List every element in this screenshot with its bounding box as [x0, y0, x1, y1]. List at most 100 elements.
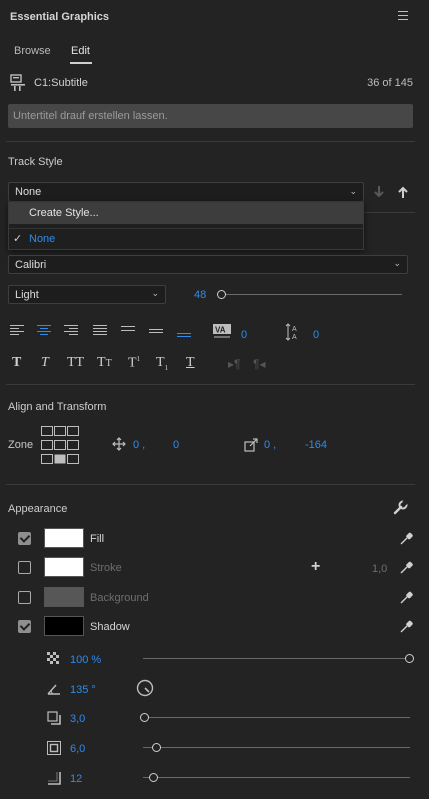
svg-text:A: A [292, 334, 297, 341]
eyedropper-icon[interactable] [399, 561, 413, 575]
shadow-checkbox[interactable] [18, 620, 31, 633]
leading-icon: AA [285, 323, 303, 341]
menu-item-none[interactable]: ✓ None [9, 232, 363, 250]
menu-separator [9, 228, 363, 229]
font-size-slider-knob[interactable] [217, 290, 226, 299]
hamburger-icon[interactable] [398, 11, 408, 23]
tab-browse[interactable]: Browse [14, 45, 51, 57]
shadow-distance-icon [47, 711, 61, 725]
fill-color-swatch[interactable] [44, 528, 84, 548]
background-color-swatch[interactable] [44, 587, 84, 607]
rtl-paragraph-icon: ¶◂ [253, 357, 266, 371]
zone-grid[interactable] [41, 426, 80, 466]
all-caps-icon[interactable]: TT [67, 355, 84, 371]
anchor-y-value[interactable]: -164 [305, 439, 327, 451]
caption-count: 36 of 145 [367, 77, 413, 89]
shadow-size-value[interactable]: 6,0 [70, 743, 85, 755]
tab-edit[interactable]: Edit [71, 45, 90, 57]
font-family-dropdown[interactable]: Calibri ⌄ [8, 255, 408, 274]
shadow-label: Shadow [90, 621, 130, 633]
align-center-icon[interactable] [37, 325, 51, 337]
eyedropper-icon[interactable] [399, 532, 413, 546]
shadow-distance-value[interactable]: 3,0 [70, 713, 85, 725]
wrench-icon[interactable] [393, 499, 409, 515]
small-caps-icon[interactable]: TT [97, 355, 112, 371]
stroke-width-value[interactable]: 1,0 [372, 563, 387, 575]
opacity-icon [47, 652, 61, 666]
shadow-blur-value[interactable]: 12 [70, 773, 82, 785]
menu-item-create-style[interactable]: Create Style... [9, 203, 363, 224]
chevron-down-icon: ⌄ [349, 186, 357, 196]
font-size-value[interactable]: 48 [194, 289, 206, 301]
font-size-slider-track[interactable] [222, 294, 402, 295]
position-y-value[interactable]: 0 [173, 439, 179, 451]
chevron-down-icon: ⌄ [393, 258, 401, 268]
anchor-x-value[interactable]: 0 , [264, 439, 276, 451]
subscript-icon[interactable]: T1 [156, 355, 168, 372]
align-right-icon[interactable] [64, 325, 78, 337]
tracking-icon: VA [213, 324, 231, 339]
font-style-value: Light [15, 289, 39, 301]
underline-icon[interactable]: T [186, 355, 195, 371]
tracking-value[interactable]: 0 [241, 329, 247, 341]
shadow-blur-icon [47, 771, 61, 785]
shadow-opacity-slider-knob[interactable] [405, 654, 414, 663]
menu-item-label: None [29, 233, 56, 245]
stroke-checkbox[interactable] [18, 561, 31, 574]
shadow-size-slider-knob[interactable] [152, 743, 161, 752]
caption-name: C1:Subtitle [34, 77, 88, 89]
divider [6, 484, 415, 485]
fill-checkbox[interactable] [18, 532, 31, 545]
eyedropper-icon[interactable] [399, 620, 413, 634]
push-style-up-icon[interactable] [397, 185, 409, 199]
leading-value[interactable]: 0 [313, 329, 319, 341]
track-style-dropdown[interactable]: None ⌄ [8, 182, 364, 202]
shadow-opacity-value[interactable]: 100 % [70, 654, 101, 666]
shadow-distance-slider-knob[interactable] [140, 713, 149, 722]
superscript-icon[interactable]: T1 [128, 355, 140, 372]
track-style-menu: Create Style... ✓ None [8, 202, 364, 250]
stroke-label: Stroke [90, 562, 122, 574]
divider [6, 384, 415, 385]
appearance-label: Appearance [8, 503, 68, 515]
align-transform-label: Align and Transform [8, 401, 107, 413]
position-x-value[interactable]: 0 , [133, 439, 145, 451]
divider [364, 212, 415, 213]
background-checkbox[interactable] [18, 591, 31, 604]
push-style-down-icon[interactable] [373, 185, 385, 199]
align-left-icon[interactable] [10, 325, 24, 337]
stroke-color-swatch[interactable] [44, 557, 84, 577]
align-bottom-icon[interactable] [177, 333, 191, 339]
shadow-size-slider-track[interactable] [143, 747, 410, 748]
font-style-dropdown[interactable]: Light ⌄ [8, 285, 166, 304]
shadow-color-swatch[interactable] [44, 616, 84, 636]
align-top-icon[interactable] [121, 326, 135, 333]
font-family-value: Calibri [15, 259, 47, 271]
track-style-value: None [15, 186, 42, 198]
shadow-distance-slider-track[interactable] [145, 717, 410, 718]
track-style-label: Track Style [8, 156, 63, 168]
align-middle-icon[interactable] [149, 329, 163, 335]
add-stroke-icon[interactable]: + [311, 558, 320, 576]
shadow-opacity-slider-track[interactable] [143, 658, 410, 659]
shadow-blur-slider-track[interactable] [143, 777, 410, 778]
shadow-blur-slider-knob[interactable] [149, 773, 158, 782]
shadow-size-icon [47, 741, 61, 755]
checkmark-icon: ✓ [13, 233, 23, 245]
faux-italic-icon[interactable]: T [41, 355, 49, 371]
fill-label: Fill [90, 533, 105, 545]
caption-text-input[interactable]: Untertitel drauf erstellen lassen. [8, 104, 413, 128]
panel-title: Essential Graphics [10, 11, 110, 23]
divider [6, 141, 415, 142]
justify-icon[interactable] [93, 325, 107, 337]
eyedropper-icon[interactable] [399, 591, 413, 605]
faux-bold-icon[interactable]: T [12, 355, 21, 371]
shadow-angle-value[interactable]: 135 ° [70, 684, 96, 696]
position-icon [112, 437, 126, 451]
zone-label: Zone [8, 439, 34, 451]
angle-dial[interactable] [136, 679, 154, 697]
caption-track-icon [10, 74, 26, 92]
angle-icon [47, 682, 61, 696]
svg-text:VA: VA [215, 326, 226, 335]
background-label: Background [90, 592, 149, 604]
